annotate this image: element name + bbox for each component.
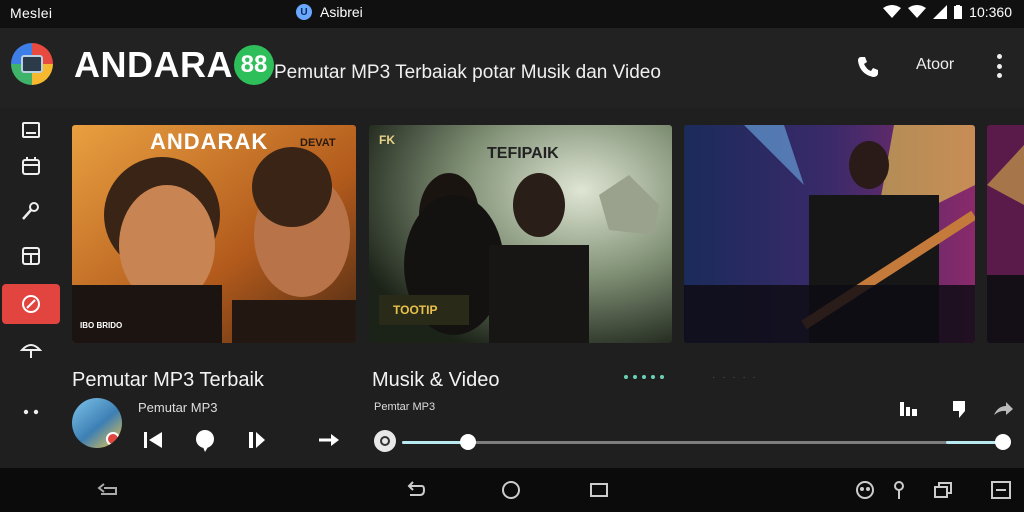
- tagline: Pemutar MP3 Terbaiak potar Musik dan Vid…: [274, 62, 661, 83]
- volume-thumb[interactable]: [995, 434, 1011, 450]
- back-left-icon[interactable]: [96, 480, 118, 500]
- minus-icon[interactable]: [990, 480, 1012, 500]
- player-section-title: Pemutar MP3 Terbaik: [72, 369, 264, 391]
- card-2-corner: FK: [379, 133, 395, 147]
- card-1-corner: DEVAT: [300, 137, 336, 149]
- card-2-title: TEFIPAIK: [487, 145, 559, 162]
- people-icon[interactable]: [854, 480, 876, 500]
- forward-arrow-icon[interactable]: [317, 428, 341, 452]
- brand: ANDARA 88: [74, 44, 274, 86]
- status-time: 10:360: [969, 4, 1012, 20]
- card-1-title: ANDARAK: [150, 129, 269, 154]
- share-icon[interactable]: [992, 399, 1014, 419]
- now-playing-artwork[interactable]: [72, 398, 122, 448]
- progress-fill-end: [946, 441, 1002, 444]
- card-4-artwork: [987, 125, 1024, 343]
- sidebar-umbrella-icon[interactable]: [2, 330, 60, 370]
- video-section-title: Musik & Video: [372, 369, 500, 391]
- carousel-card-1[interactable]: ANDARAK DEVAT IBO BRIDO: [72, 125, 356, 343]
- brand-name: ANDARA: [74, 44, 233, 85]
- sidebar-grid-icon[interactable]: [2, 236, 60, 276]
- sidebar-compass-icon[interactable]: [2, 284, 60, 324]
- pause-icon[interactable]: [245, 428, 269, 452]
- record-icon: [106, 432, 120, 446]
- signal-icon: [933, 5, 948, 19]
- previous-icon[interactable]: [141, 428, 165, 452]
- carousel-card-4[interactable]: [987, 125, 1024, 343]
- wifi-icon: [883, 5, 902, 18]
- sidebar-wrench-icon[interactable]: [2, 191, 60, 231]
- back-icon[interactable]: [404, 480, 426, 500]
- window-icon[interactable]: [932, 480, 954, 500]
- sidebar-calendar-icon[interactable]: [2, 146, 60, 186]
- carousel-pager[interactable]: [624, 375, 664, 379]
- card-1-artwork: [72, 125, 356, 343]
- status-bar: Meslei U Asibrei 10:360: [0, 0, 1024, 28]
- system-nav-bar: [0, 468, 1024, 512]
- pager-faint-dots: · · · · ·: [712, 372, 758, 383]
- more-menu-icon[interactable]: [992, 54, 1006, 78]
- card-2-footer: TOOTIP: [393, 303, 438, 317]
- phone-icon[interactable]: [855, 54, 881, 80]
- carrier-label: Meslei: [10, 5, 53, 21]
- progress-thumb[interactable]: [460, 434, 476, 450]
- home-icon[interactable]: [500, 480, 522, 500]
- progress-fill: [402, 441, 468, 444]
- equalizer-icon[interactable]: [898, 399, 920, 419]
- card-1-footer: IBO BRIDO: [80, 321, 123, 330]
- battery-icon: [954, 5, 963, 19]
- seek-start-icon[interactable]: [374, 430, 396, 452]
- sidebar: [0, 108, 62, 468]
- chat-icon[interactable]: [193, 428, 217, 452]
- card-3-artwork: [684, 125, 975, 343]
- app-logo-icon[interactable]: [11, 43, 53, 85]
- carousel-card-3[interactable]: [684, 125, 975, 343]
- status-center-label: Asibrei: [320, 4, 363, 20]
- wifi-icon-2: [908, 5, 927, 18]
- status-center: U Asibrei: [296, 4, 363, 20]
- progress-track[interactable]: [402, 441, 1002, 444]
- sidebar-more-icon[interactable]: [2, 392, 60, 432]
- status-app-icon: U: [296, 4, 312, 20]
- brand-badge: 88: [234, 45, 274, 85]
- app-header: ANDARA 88 Pemutar MP3 Terbaiak potar Mus…: [0, 28, 1024, 108]
- recents-icon[interactable]: [588, 480, 610, 500]
- bookmark-icon[interactable]: [948, 399, 970, 419]
- sidebar-list-icon[interactable]: [2, 110, 60, 150]
- now-playing-subtitle: Pemutar MP3: [138, 400, 218, 415]
- location-icon[interactable]: [888, 480, 910, 500]
- status-right: 10:360: [883, 4, 1012, 20]
- video-subtitle: Pemtar MP3: [374, 401, 436, 413]
- carousel-card-2[interactable]: FK TEFIPAIK TOOTIP: [369, 125, 672, 343]
- about-link[interactable]: Atoor: [916, 56, 954, 74]
